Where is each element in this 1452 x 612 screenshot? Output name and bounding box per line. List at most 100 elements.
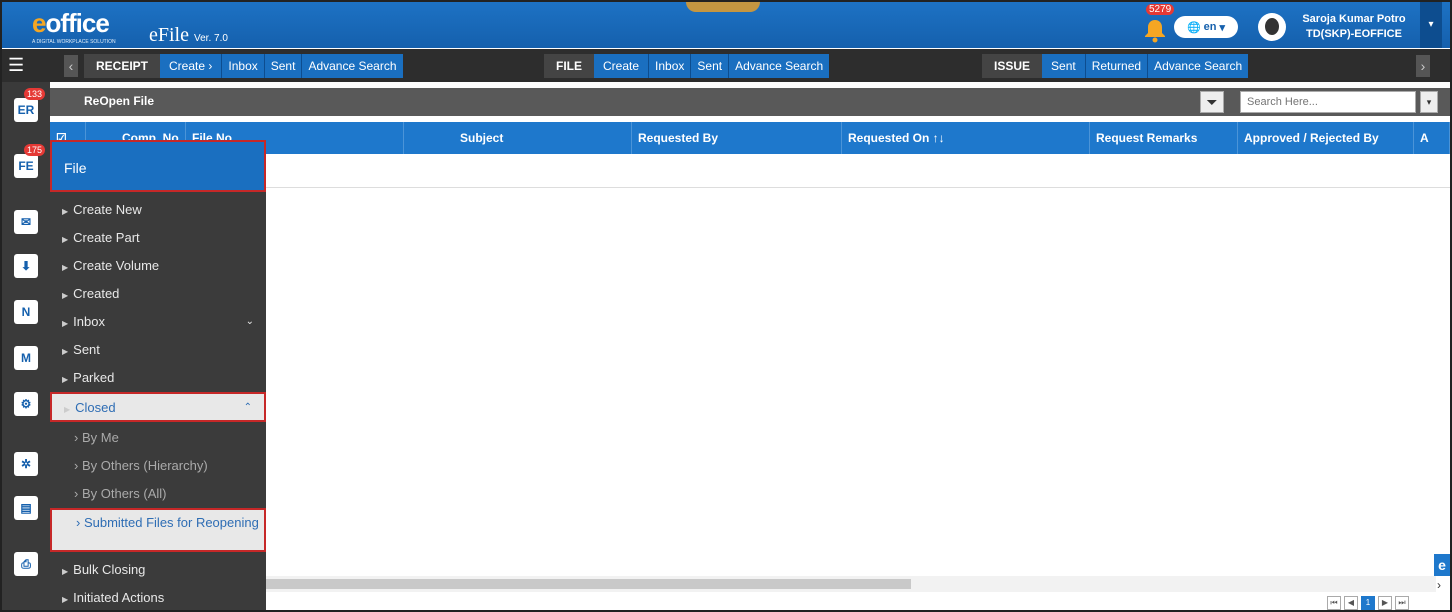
scroll-right-arrow-icon[interactable]: › [1416, 55, 1430, 77]
top-header: eoffice A DIGITAL WORKPLACE SOLUTION eFi… [2, 2, 1450, 48]
submenu-item-by-others-hierarchy[interactable]: › By Others (Hierarchy) [50, 452, 266, 480]
meeting-icon[interactable]: M [14, 346, 38, 370]
file-inbox-link[interactable]: Inbox [648, 54, 691, 78]
notification-count-badge: 5279 [1146, 4, 1175, 15]
logo-tagline: A DIGITAL WORKPLACE SOLUTION [32, 39, 116, 45]
scroll-left-arrow-icon[interactable]: ‹ [64, 55, 78, 77]
top-highlight [686, 2, 760, 12]
issue-returned-link[interactable]: Returned [1084, 54, 1148, 78]
menu-item-label: Create Part [73, 230, 140, 245]
issue-sent-link[interactable]: Sent [1042, 54, 1085, 78]
receipt-create-link[interactable]: Create › [160, 54, 222, 78]
menu-item-label: Create New [73, 202, 142, 217]
hamburger-menu-icon[interactable]: ☰ [8, 56, 28, 74]
column-request-remarks[interactable]: Request Remarks [1090, 122, 1238, 154]
file-sent-link[interactable]: Sent [690, 54, 729, 78]
submenu-item-by-me[interactable]: › By Me [50, 424, 266, 452]
app-name-text: eFile [149, 24, 189, 46]
inbox-tray-icon[interactable]: ⬇ [14, 254, 38, 278]
eoffice-logo: eoffice A DIGITAL WORKPLACE SOLUTION [32, 8, 116, 45]
caret-right-icon: ▶ [62, 207, 69, 216]
mail-icon[interactable]: ✉ [14, 210, 38, 234]
menu-item-create-part[interactable]: ▶ Create Part [50, 224, 266, 252]
notes-icon[interactable]: N [14, 300, 38, 324]
menu-item-bulk-closing[interactable]: ▶ Bulk Closing [50, 556, 266, 584]
previous-page-button[interactable]: ◀ [1344, 596, 1358, 610]
column-a[interactable]: A [1414, 122, 1450, 154]
current-page-button[interactable]: 1 [1361, 596, 1375, 610]
app-version: Ver. 7.0 [194, 33, 228, 44]
issue-advance-search-link[interactable]: Advance Search [1147, 54, 1249, 78]
bell-icon[interactable] [1143, 17, 1167, 43]
menu-item-closed[interactable]: ▶ Closed ⌃ [50, 392, 266, 422]
column-subject[interactable]: Subject [454, 122, 632, 154]
menu-item-label: Bulk Closing [73, 562, 146, 577]
gear-icon[interactable]: ✲ [14, 452, 38, 476]
document-settings-icon[interactable]: ⚙ [14, 392, 38, 416]
submenu-item-label: By Me [81, 430, 119, 445]
language-selector[interactable]: 🌐 en ▾ [1174, 16, 1238, 38]
column-requested-on[interactable]: Requested On ↑↓ [842, 122, 1090, 154]
receipt-module-icon[interactable]: ER [14, 98, 38, 122]
menu-item-sent[interactable]: ▶ Sent [50, 336, 266, 364]
icon-sidebar: ER 133 FE 175 ✉ ⬇ N M ⚙ ✲ ▤ ⎙ [2, 82, 50, 610]
issue-label[interactable]: ISSUE [982, 54, 1043, 78]
caret-right-icon: ▶ [62, 347, 69, 356]
receipt-sent-link[interactable]: Sent [263, 54, 302, 78]
file-advance-search-link[interactable]: Advance Search [728, 54, 830, 78]
page-titlebar: ReOpen File ⏷ ▾ [50, 88, 1450, 116]
avatar[interactable] [1258, 13, 1286, 41]
menu-item-label: Closed [75, 400, 116, 415]
chat-icon[interactable]: e [1434, 554, 1450, 576]
search-input[interactable] [1240, 91, 1416, 113]
menu-item-initiated-actions[interactable]: ▶ Initiated Actions [50, 584, 266, 610]
filter-icon[interactable]: ⏷ [1200, 91, 1224, 113]
file-label[interactable]: FILE [544, 54, 594, 78]
first-page-button[interactable]: ⏮ [1327, 596, 1341, 610]
chevron-right-icon[interactable]: › [1437, 578, 1441, 592]
reports-icon[interactable]: ▤ [14, 496, 38, 520]
file-module-icon[interactable]: FE [14, 154, 38, 178]
next-page-button[interactable]: ▶ [1378, 596, 1392, 610]
user-name: Saroja Kumar Potro [1302, 13, 1406, 25]
scrollbar-thumb[interactable] [266, 579, 911, 589]
last-page-button[interactable]: ⏭ [1395, 596, 1409, 610]
flyout-title[interactable]: File [50, 140, 266, 192]
submenu-item-label: By Others (Hierarchy) [81, 458, 208, 473]
page-title: ReOpen File [84, 94, 155, 108]
submenu-item-submitted-files-for-reopening[interactable]: › Submitted Files for Reopening [50, 508, 266, 552]
submenu-item-label: Submitted Files for Reopening [83, 515, 259, 530]
language-label: en [1203, 21, 1217, 33]
caret-right-icon: ▶ [62, 291, 69, 300]
submenu-item-by-others-all[interactable]: › By Others (All) [50, 480, 266, 508]
menu-item-create-new[interactable]: ▶ Create New [50, 196, 266, 224]
module-menubar: ☰ ‹ RECEIPT Create › Inbox Sent Advance … [2, 49, 1450, 82]
printer-icon[interactable]: ⎙ [14, 552, 38, 576]
user-info[interactable]: Saroja Kumar Potro TD(SKP)-EOFFICE [1294, 12, 1414, 42]
menu-item-create-volume[interactable]: ▶ Create Volume [50, 252, 266, 280]
file-create-link[interactable]: Create [594, 54, 649, 78]
receipt-label[interactable]: RECEIPT [84, 54, 161, 78]
menu-item-label: Initiated Actions [73, 590, 165, 605]
caret-right-icon: ▶ [62, 319, 69, 328]
receipt-inbox-link[interactable]: Inbox [221, 54, 264, 78]
user-role: TD(SKP)-EOFFICE [1306, 28, 1402, 40]
column-approved-rejected-by[interactable]: Approved / Rejected By [1238, 122, 1414, 154]
menu-item-label: Sent [73, 342, 100, 357]
file-flyout-menu: File ▶ Create New ▶ Create Part ▶ Create Vo… [50, 140, 266, 610]
menu-item-inbox[interactable]: ▶ Inbox ⌄ [50, 308, 266, 336]
menu-item-created[interactable]: ▶ Created [50, 280, 266, 308]
app-name: eFile Ver. 7.0 [149, 24, 228, 47]
search-dropdown-chevron-icon[interactable]: ▾ [1420, 91, 1438, 113]
horizontal-scrollbar[interactable] [266, 576, 1436, 592]
user-menu-chevron-icon[interactable]: ▾ [1420, 2, 1442, 48]
caret-right-icon: ▶ [62, 375, 69, 384]
column-requested-by[interactable]: Requested By [632, 122, 842, 154]
receipt-advance-search-link[interactable]: Advance Search [301, 54, 403, 78]
receipt-nav: RECEIPT Create › Inbox Sent Advance Sear… [84, 54, 403, 78]
menu-item-parked[interactable]: ▶ Parked [50, 364, 266, 392]
pagination: ⏮ ◀ 1 ▶ ⏭ [1327, 596, 1409, 610]
file-nav: FILE Create Inbox Sent Advance Search [544, 54, 830, 78]
issue-nav: ISSUE Sent Returned Advance Search [982, 54, 1249, 78]
chevron-down-icon: ⌄ [245, 316, 254, 327]
